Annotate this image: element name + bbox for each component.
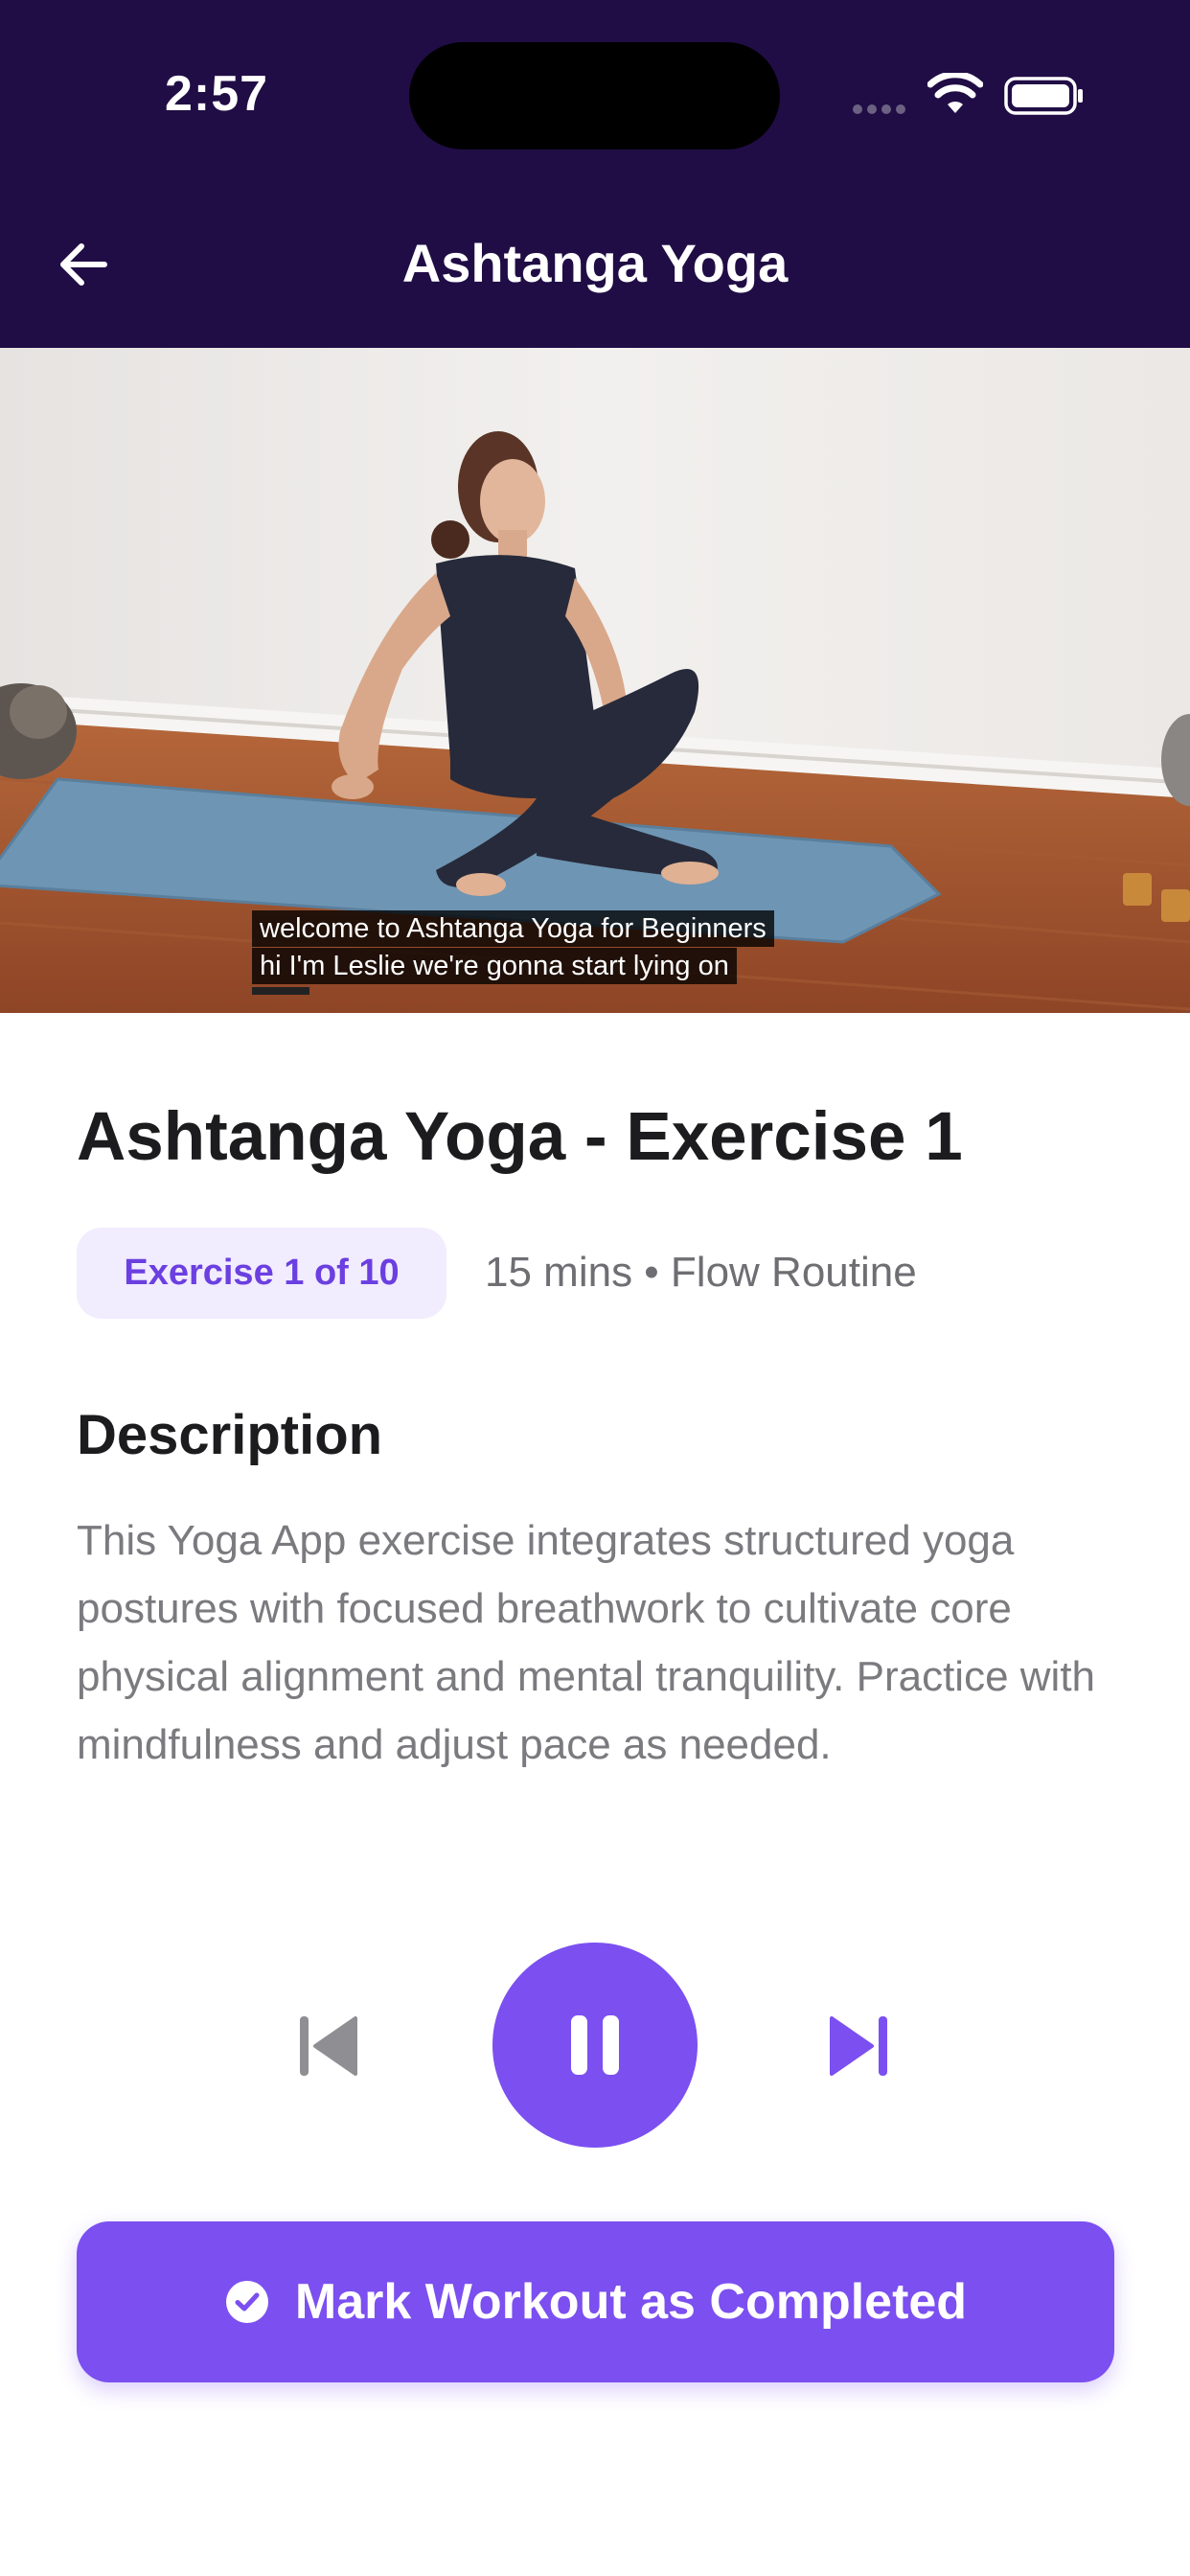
wifi-icon bbox=[927, 73, 983, 113]
description-heading: Description bbox=[77, 1404, 383, 1466]
battery-icon bbox=[1004, 77, 1083, 115]
exercise-meta: 15 mins • Flow Routine bbox=[485, 1249, 917, 1296]
status-time: 2:57 bbox=[165, 66, 269, 122]
video-caption-line: hi I'm Leslie we're gonna start lying on bbox=[252, 948, 737, 984]
app-header: 2:57 Ashtanga Yoga bbox=[0, 0, 1190, 348]
skip-next-icon bbox=[830, 2016, 887, 2076]
check-circle-icon bbox=[224, 2279, 270, 2325]
exercise-screen: 2:57 Ashtanga Yoga welcome to Ashtanga Y… bbox=[0, 0, 1190, 2576]
description-text: This Yoga App exercise integrates struct… bbox=[77, 1517, 1096, 1768]
cellular-signal-icon bbox=[853, 102, 914, 115]
mark-completed-button[interactable]: Mark Workout as Completed bbox=[77, 2221, 1114, 2382]
page-title: Ashtanga Yoga bbox=[401, 233, 789, 293]
pause-button[interactable] bbox=[492, 1943, 698, 2148]
caption-progress bbox=[252, 987, 309, 995]
previous-button[interactable] bbox=[290, 2009, 365, 2083]
mark-completed-label: Mark Workout as Completed bbox=[294, 2274, 968, 2330]
pause-icon bbox=[571, 2015, 619, 2075]
next-button[interactable] bbox=[822, 2009, 897, 2083]
video-caption-line: welcome to Ashtanga Yoga for Beginners bbox=[252, 910, 774, 947]
skip-previous-icon bbox=[300, 2016, 357, 2076]
dynamic-island bbox=[409, 42, 780, 150]
exercise-title: Ashtanga Yoga - Exercise 1 bbox=[77, 1099, 963, 1175]
video-player[interactable]: welcome to Ashtanga Yoga for Beginners h… bbox=[0, 348, 1190, 1013]
exercise-progress-badge: Exercise 1 of 10 bbox=[77, 1228, 446, 1319]
